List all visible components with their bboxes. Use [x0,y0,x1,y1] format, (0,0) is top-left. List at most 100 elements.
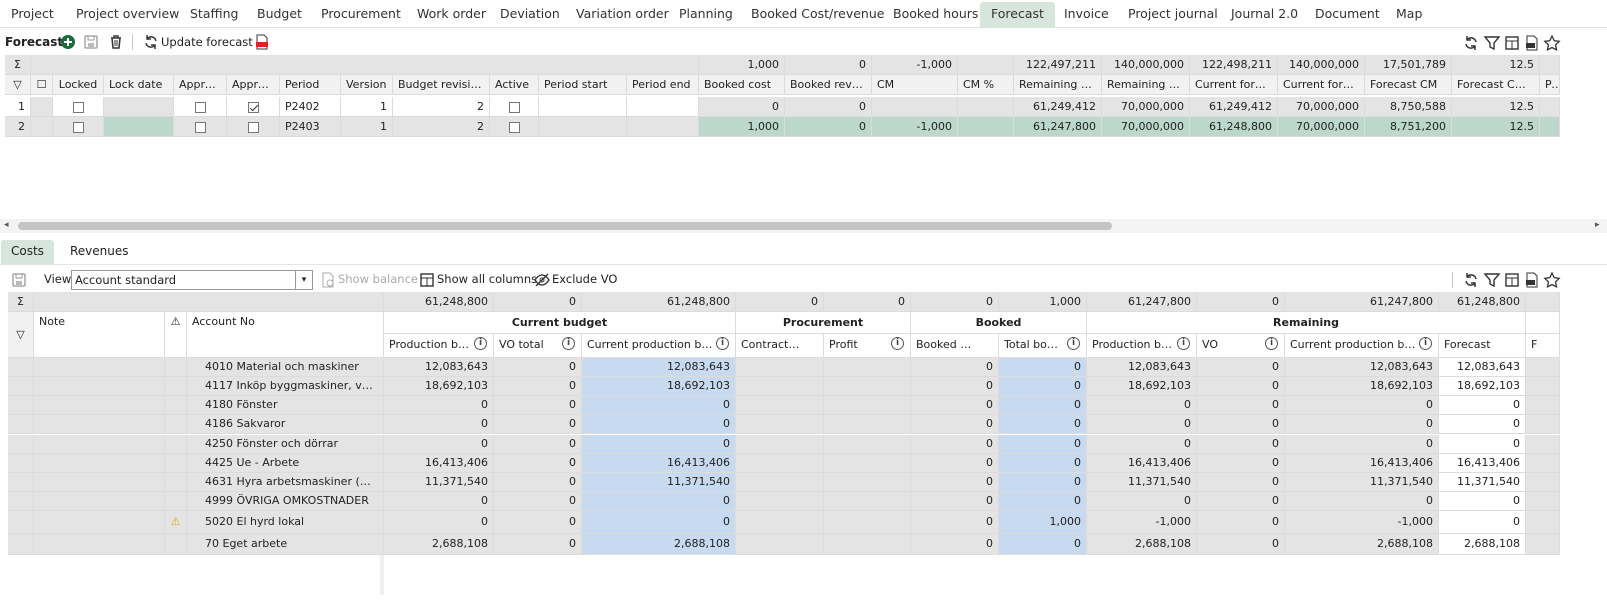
costs-value-cell[interactable] [736,534,824,555]
cell-note[interactable] [34,435,165,454]
costs-value-cell[interactable]: 0 [1285,415,1439,434]
costs-value-cell[interactable]: 0 [494,358,582,377]
costs-value-cell[interactable]: 0 [1087,435,1197,454]
col-forecast-cm-pct[interactable]: Forecast CM % [1452,75,1540,95]
cell-booked_cost[interactable]: 0 [699,97,785,117]
cell-sel[interactable] [31,117,53,137]
col-period-end[interactable]: Period end [627,75,699,95]
costs-value-cell[interactable]: 0 [1197,377,1285,396]
chevron-down-icon[interactable]: ▾ [295,271,312,289]
costs-value-cell[interactable]: 0 [1439,415,1526,434]
tab-variation-order[interactable]: Variation order [576,0,669,28]
costs-value-cell[interactable]: 12,083,643 [1087,358,1197,377]
costs-col-header[interactable]: Current production bud... i [1285,334,1439,358]
costs-value-cell[interactable]: 0 [999,473,1087,492]
cell-rem_rev[interactable]: 70,000,000 [1102,97,1190,117]
costs-value-cell[interactable]: 0 [494,473,582,492]
costs-col-header[interactable]: VO total i [494,334,582,358]
checkbox[interactable] [194,121,206,133]
costs-value-cell[interactable]: 18,692,103 [582,377,736,396]
info-icon[interactable]: i [1419,337,1432,350]
cell-account[interactable]: 4180 Fönster [187,396,384,415]
pdf-icon[interactable] [253,33,271,51]
costs-value-cell[interactable]: 16,413,406 [1439,454,1526,473]
costs-value-cell[interactable] [824,534,911,555]
refresh-icon[interactable] [1462,34,1480,52]
cell-f_cm_pct[interactable]: 12.5 [1452,97,1540,117]
costs-value-cell[interactable]: 0 [582,435,736,454]
costs-value-cell[interactable]: 0 [1197,454,1285,473]
cell-revision[interactable]: 2 [393,97,490,117]
costs-value-cell[interactable]: 16,413,406 [1087,454,1197,473]
cell-booked_rev[interactable]: 0 [785,97,872,117]
tab-journal-2[interactable]: Journal 2.0 [1231,0,1298,28]
tab-deviation[interactable]: Deviation [500,0,560,28]
cell-pend[interactable] [627,117,699,137]
tab-booked-cost-revenue[interactable]: Booked Cost/revenue [751,0,884,28]
row-gutter[interactable] [8,454,34,473]
costs-value-cell[interactable]: 0 [494,396,582,415]
eye-off-icon[interactable] [533,271,551,289]
costs-value-cell[interactable]: 0 [1087,492,1197,511]
cell-version[interactable]: 1 [341,97,393,117]
costs-value-cell[interactable]: 0 [494,377,582,396]
col-approved-1[interactable]: Appro... [174,75,227,95]
cell-version[interactable]: 1 [341,117,393,137]
cell-booked_rev[interactable]: 0 [785,117,872,137]
cell-rem_rev[interactable]: 70,000,000 [1102,117,1190,137]
info-icon[interactable]: i [562,337,575,350]
costs-value-cell[interactable]: 16,413,406 [582,454,736,473]
costs-value-cell[interactable] [736,473,824,492]
costs-value-cell[interactable]: 0 [911,358,999,377]
costs-value-cell[interactable]: 0 [582,396,736,415]
costs-value-cell[interactable]: 0 [999,435,1087,454]
checkbox[interactable] [194,101,206,113]
costs-value-cell[interactable]: 0 [1197,435,1285,454]
costs-col-header[interactable]: Contract ... [736,334,824,358]
costs-value-cell[interactable] [1526,358,1560,377]
tab-revenues[interactable]: Revenues [60,240,139,264]
tab-invoice[interactable]: Invoice [1064,0,1109,28]
checkbox[interactable] [508,121,520,133]
costs-value-cell[interactable]: 0 [582,492,736,511]
cell-f_cm[interactable]: 8,751,200 [1365,117,1452,137]
cell-revision[interactable]: 2 [393,117,490,137]
col-forecast-cm[interactable]: Forecast CM [1365,75,1452,95]
costs-value-cell[interactable]: 2,688,108 [384,534,494,555]
col-period[interactable]: Period [280,75,341,95]
col-locked[interactable]: Locked [53,75,104,95]
costs-value-cell[interactable] [1526,396,1560,415]
costs-value-cell[interactable]: 16,413,406 [384,454,494,473]
cell-account[interactable]: 4186 Sakvaror [187,415,384,434]
tab-costs[interactable]: Costs [1,240,54,264]
excel-icon[interactable] [1523,34,1541,52]
cell-pstart[interactable] [539,117,627,137]
show-all-columns-button[interactable]: Show all columns [437,268,537,290]
checkbox[interactable] [72,101,84,113]
costs-value-cell[interactable] [824,415,911,434]
cell-account[interactable]: 4999 ÖVRIGA OMKOSTNADER [187,492,384,511]
costs-value-cell[interactable] [736,511,824,534]
cell-period[interactable]: P2403 [280,117,341,137]
costs-value-cell[interactable]: 0 [911,534,999,555]
costs-value-cell[interactable]: 0 [1087,396,1197,415]
costs-value-cell[interactable] [736,396,824,415]
costs-value-cell[interactable]: 0 [999,492,1087,511]
costs-value-cell[interactable] [736,415,824,434]
info-icon[interactable]: i [474,337,487,350]
columns-icon[interactable] [1503,34,1521,52]
costs-value-cell[interactable]: 0 [1285,435,1439,454]
columns-icon[interactable] [418,271,436,289]
update-forecast-button[interactable]: Update forecast [161,31,253,53]
cell-account[interactable]: 4425 Ue - Arbete [187,454,384,473]
cell-appr1[interactable] [174,97,227,117]
costs-value-cell[interactable] [736,492,824,511]
costs-value-cell[interactable]: 2,688,108 [1285,534,1439,555]
costs-value-cell[interactable]: 0 [911,473,999,492]
costs-col-header[interactable]: Profit i [824,334,911,358]
tab-planning[interactable]: Planning [679,0,733,28]
costs-value-cell[interactable] [1526,415,1560,434]
info-icon[interactable]: i [1067,337,1080,350]
cell-note[interactable] [34,415,165,434]
scroll-left-arrow[interactable]: ◂ [4,220,9,230]
